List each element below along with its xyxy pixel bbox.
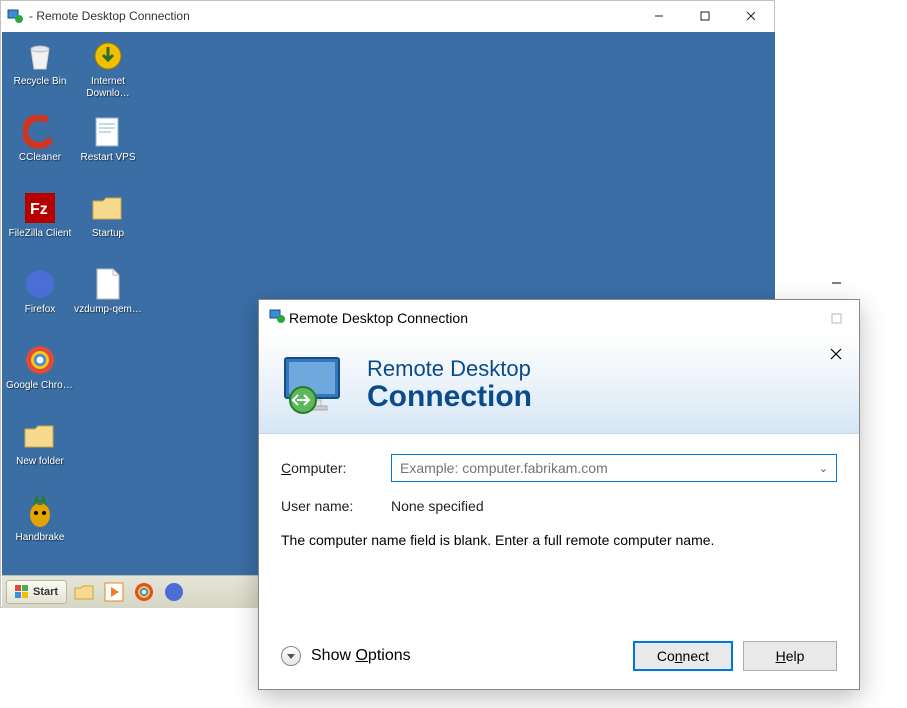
folder-icon: [74, 583, 94, 601]
chevron-down-icon: [281, 646, 301, 666]
chrome-icon: [134, 582, 154, 602]
computer-label: Computer:: [281, 460, 391, 476]
desktop-icon-label: CCleaner: [19, 152, 61, 164]
rdp-footer: Show Options Connect Help: [281, 641, 837, 671]
rdp-dialog-title: Remote Desktop Connection: [289, 310, 468, 326]
show-options-label: Show Options: [311, 647, 411, 665]
desktop-icon-handbrake[interactable]: Handbrake: [6, 494, 74, 544]
taskbar-firefox[interactable]: [161, 579, 187, 605]
footer-buttons: Connect Help: [633, 641, 837, 671]
close-button[interactable]: [728, 1, 774, 31]
script-icon: [90, 114, 126, 150]
desktop-icon-recycle-bin[interactable]: Recycle Bin: [6, 38, 74, 88]
desktop-icon-chrome[interactable]: Google Chrome: [6, 342, 74, 392]
ccleaner-icon: [22, 114, 58, 150]
connect-button[interactable]: Connect: [633, 641, 733, 671]
filezilla-icon: Fz: [22, 190, 58, 226]
handbrake-icon: [22, 494, 58, 530]
svg-text:Fz: Fz: [30, 201, 48, 218]
desktop-icon-filezilla[interactable]: Fz FileZilla Client: [6, 190, 74, 240]
desktop-icon-new-folder[interactable]: New folder: [6, 418, 74, 468]
desktop-icon-label: FileZilla Client: [9, 228, 72, 240]
computer-combobox[interactable]: ⌄: [391, 454, 837, 482]
desktop-icon-startup[interactable]: Startup: [74, 190, 142, 240]
rdp-window-controls: [813, 264, 859, 372]
desktop-icon-label: Handbrake: [16, 532, 65, 544]
desktop-icon-firefox[interactable]: Firefox: [6, 266, 74, 316]
file-icon: [90, 266, 126, 302]
computer-input[interactable]: [400, 460, 828, 476]
rdp-header-text: Remote Desktop Connection: [367, 356, 532, 414]
desktop-icon-label: New folder: [16, 456, 64, 468]
rdp-header: Remote Desktop Connection: [259, 336, 859, 434]
rdp-body: Computer: ⌄ User name: None specified Th…: [259, 434, 859, 560]
taskbar-explorer[interactable]: [71, 579, 97, 605]
username-label: User name:: [281, 498, 391, 514]
start-button[interactable]: Start: [6, 580, 67, 604]
windows-logo-icon: [15, 585, 29, 599]
rdp-titlebar[interactable]: Remote Desktop Connection: [259, 300, 859, 336]
chevron-down-icon[interactable]: ⌄: [819, 462, 828, 475]
play-icon: [104, 582, 124, 602]
start-button-label: Start: [33, 586, 58, 598]
desktop-icon-ccleaner[interactable]: CCleaner: [6, 114, 74, 164]
outer-window-controls: [636, 1, 774, 31]
rdp-header-line2: Connection: [367, 380, 532, 414]
desktop-icon-label: Restart VPS: [80, 152, 135, 164]
maximize-button[interactable]: [682, 1, 728, 31]
show-options-toggle[interactable]: Show Options: [281, 646, 411, 666]
outer-titlebar[interactable]: - Remote Desktop Connection: [1, 1, 774, 31]
computer-row: Computer: ⌄: [281, 454, 837, 482]
desktop-icon-restart-vps[interactable]: Restart VPS: [74, 114, 142, 164]
taskbar-media-player[interactable]: [101, 579, 127, 605]
desktop-icon-label: Startup: [92, 228, 124, 240]
username-value: None specified: [391, 498, 484, 514]
rdp-dialog: Remote Desktop Connection Remote Desktop…: [258, 299, 860, 690]
rdp-app-icon: [7, 8, 23, 24]
desktop-icon-vzdump[interactable]: vzdump-qem…: [74, 266, 142, 316]
close-button[interactable]: [813, 336, 859, 372]
rdp-monitor-icon: [279, 350, 349, 420]
minimize-button[interactable]: [636, 1, 682, 31]
folder-icon: [22, 418, 58, 454]
rdp-header-line1: Remote Desktop: [367, 356, 532, 382]
desktop-icon-idm[interactable]: Internet Downlo…: [74, 38, 142, 99]
outer-window-title: - Remote Desktop Connection: [29, 9, 190, 23]
desktop-icon-label: Google Chrome: [6, 380, 74, 392]
minimize-button[interactable]: [813, 264, 859, 300]
desktop-icon-label: Internet Downlo…: [74, 76, 142, 99]
rdp-app-icon: [269, 308, 285, 329]
folder-icon: [90, 190, 126, 226]
firefox-icon: [22, 266, 58, 302]
idm-icon: [90, 38, 126, 74]
desktop-icon-label: Recycle Bin: [14, 76, 67, 88]
desktop-icon-label: Firefox: [25, 304, 56, 316]
username-row: User name: None specified: [281, 498, 837, 514]
chrome-icon: [22, 342, 58, 378]
help-button[interactable]: Help: [743, 641, 837, 671]
maximize-button[interactable]: [813, 300, 859, 336]
desktop-icon-label: vzdump-qem…: [74, 304, 142, 316]
recycle-bin-icon: [22, 38, 58, 74]
firefox-icon: [164, 582, 184, 602]
taskbar-chrome[interactable]: [131, 579, 157, 605]
status-text: The computer name field is blank. Enter …: [281, 530, 837, 550]
